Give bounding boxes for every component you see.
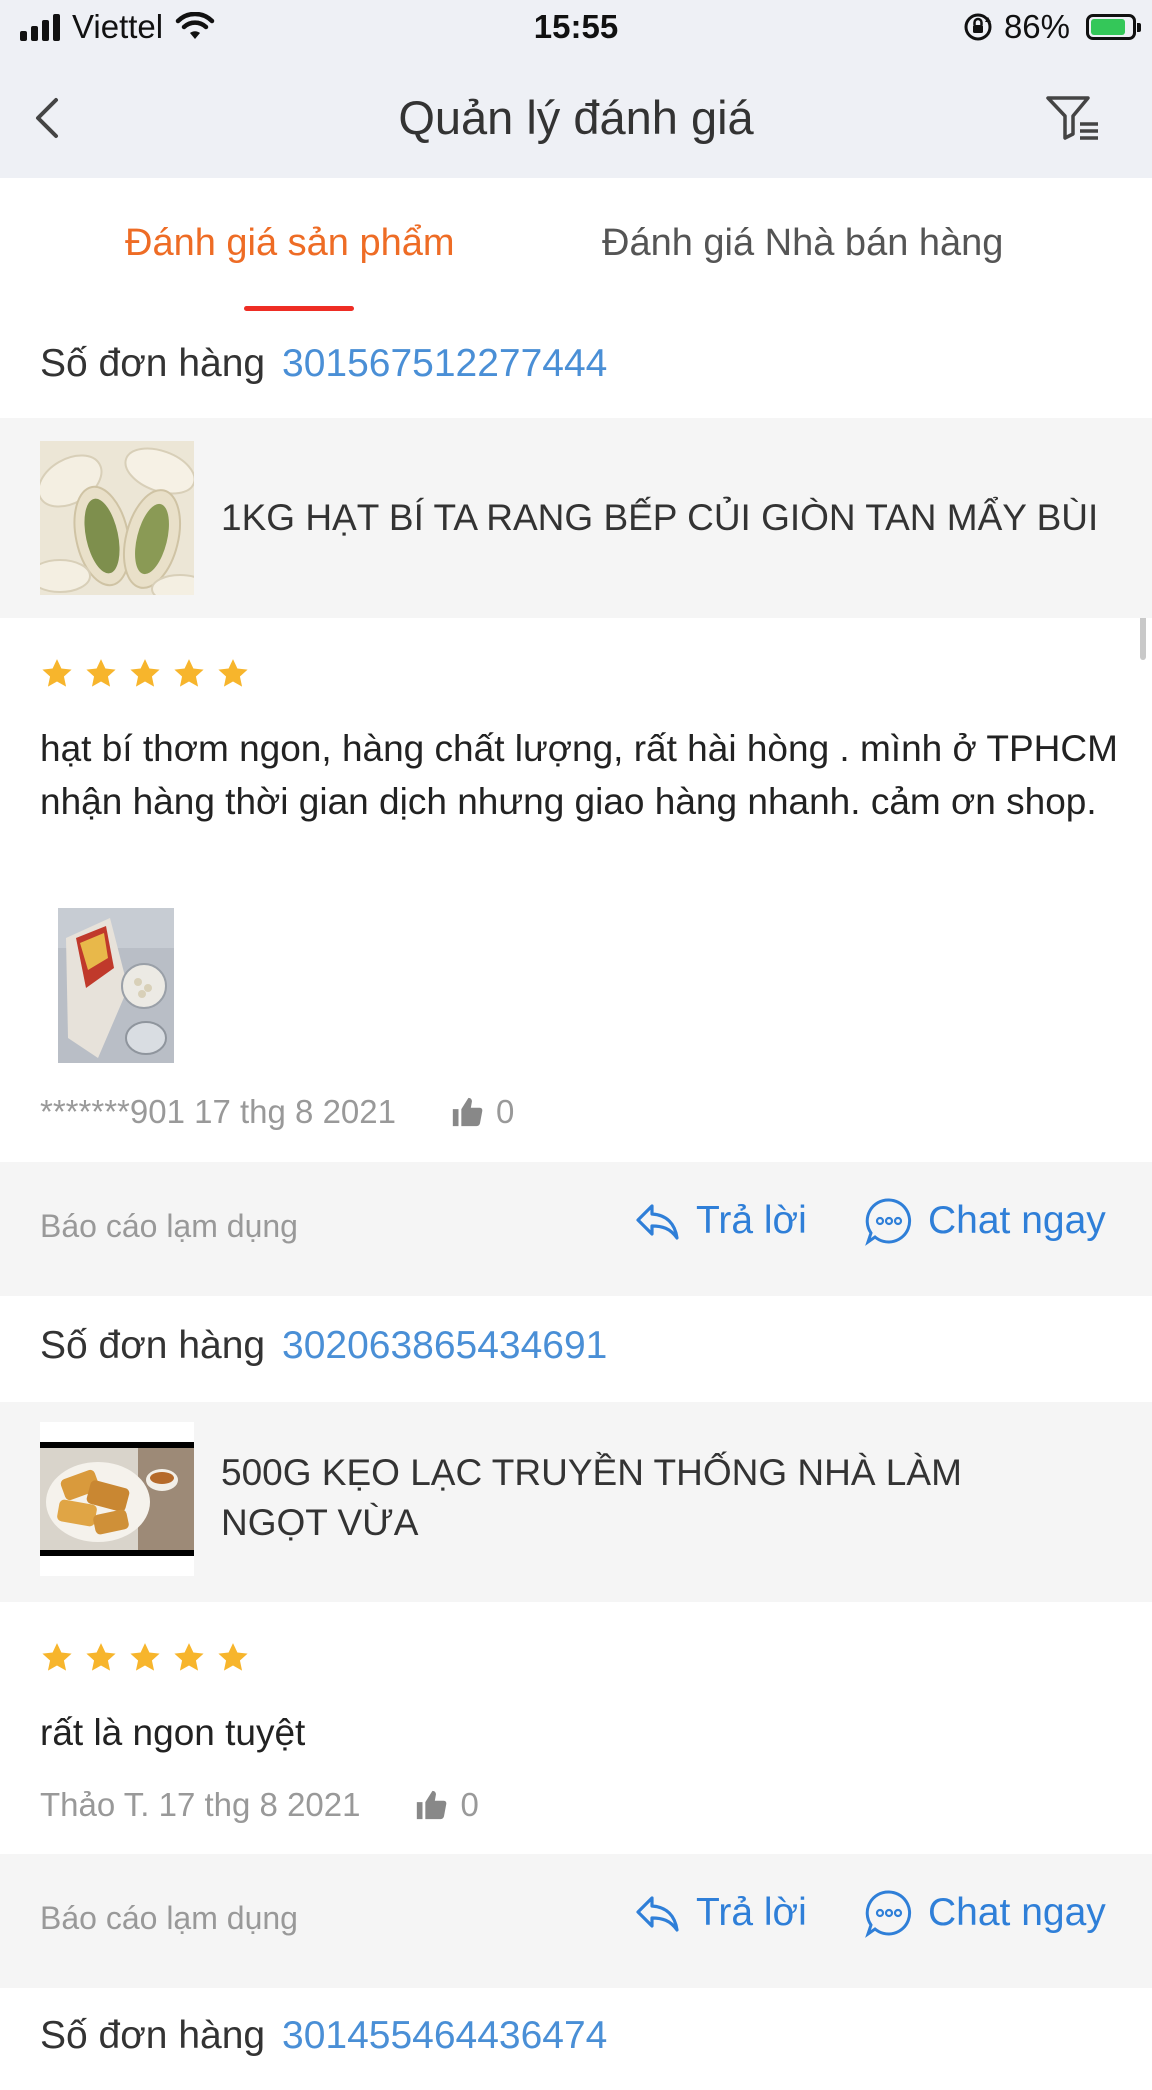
reply-icon <box>636 1204 679 1240</box>
review-text: hạt bí thơm ngon, hàng chất lượng, rất h… <box>40 728 1118 822</box>
reviewer-date: *******901 17 thg 8 2021 <box>40 1093 396 1130</box>
review-actions: Báo cáo lạm dụng Trả lời Chat ngay <box>0 1162 1152 1296</box>
report-abuse-link[interactable]: Báo cáo lạm dụng <box>40 1900 298 1937</box>
product-row[interactable]: 1KG HẠT BÍ TA RANG BẾP CỦI GIÒN TAN MẨY … <box>0 418 1152 618</box>
like-button[interactable]: 0 <box>414 1786 479 1824</box>
star-icon <box>86 659 116 687</box>
active-tab-indicator <box>244 306 354 311</box>
order-row: Số đơn hàng 302063865434691 <box>0 1300 1152 1400</box>
star-icon <box>174 1643 204 1671</box>
tab-bar: Đánh giá sản phẩm Đánh giá Nhà bán hàng <box>0 178 1152 318</box>
reply-icon <box>636 1896 679 1932</box>
order-label: Số đơn hàng <box>40 1324 266 1367</box>
tab-product-reviews[interactable]: Đánh giá sản phẩm <box>125 222 455 265</box>
order-label: Số đơn hàng <box>40 342 266 385</box>
reviewer-date: Thảo T. 17 thg 8 2021 <box>40 1786 361 1823</box>
chat-button[interactable]: Chat ngay <box>864 1888 1106 1938</box>
chat-label: Chat ngay <box>928 1891 1106 1934</box>
like-count: 0 <box>460 1786 479 1823</box>
page-title: Quản lý đánh giá <box>398 91 754 144</box>
product-name[interactable]: 1KG HẠT BÍ TA RANG BẾP CỦI GIÒN TAN MẨY … <box>221 493 1098 543</box>
status-right: 86% <box>962 8 1141 46</box>
peanut-candy-image <box>40 1422 194 1576</box>
product-thumbnail[interactable] <box>40 1422 194 1576</box>
report-abuse-link[interactable]: Báo cáo lạm dụng <box>40 1208 298 1245</box>
star-icon <box>130 659 160 687</box>
order-number-link[interactable]: 302063865434691 <box>282 1324 607 1368</box>
rotation-lock-icon <box>964 13 992 41</box>
review-text: rất là ngon tuyệt <box>40 1712 306 1753</box>
chat-bubble-icon <box>865 1890 912 1938</box>
order-label: Số đơn hàng <box>40 2014 266 2057</box>
review-meta: Thảo T. 17 thg 8 2021 0 <box>40 1786 479 1824</box>
nav-bar: Quản lý đánh giá <box>0 70 1152 170</box>
order-row: Số đơn hàng 301567512277444 <box>0 318 1152 418</box>
order-number-link[interactable]: 301567512277444 <box>282 342 607 386</box>
top-bar: Viettel 15:55 86% Quản lý đánh giá <box>0 0 1152 178</box>
star-icon <box>42 1643 72 1671</box>
star-icon <box>218 1643 248 1671</box>
seed-bag-photo <box>58 908 174 1063</box>
chat-label: Chat ngay <box>928 1199 1106 1242</box>
review-meta: *******901 17 thg 8 2021 0 <box>40 1093 514 1131</box>
reply-button[interactable]: Trả lời <box>632 1196 807 1246</box>
star-rating <box>40 1641 250 1675</box>
battery-percent: 86% <box>1003 8 1070 45</box>
battery-charging-icon <box>1086 14 1141 40</box>
thumbs-up-icon <box>452 1097 483 1127</box>
product-row[interactable]: 500G KẸO LẠC TRUYỀN THỐNG NHÀ LÀM NGỌT V… <box>0 1402 1152 1602</box>
reply-label: Trả lời <box>696 1891 807 1934</box>
order-number-link[interactable]: 301455464436474 <box>282 2014 607 2058</box>
review-photo[interactable] <box>58 908 174 1063</box>
tab-seller-reviews[interactable]: Đánh giá Nhà bán hàng <box>602 222 1003 265</box>
filter-icon[interactable] <box>1042 88 1102 148</box>
like-button[interactable]: 0 <box>450 1093 514 1131</box>
product-name[interactable]: 500G KẸO LẠC TRUYỀN THỐNG NHÀ LÀM NGỌT V… <box>221 1448 1021 1548</box>
star-icon <box>130 1643 160 1671</box>
thumbs-up-icon <box>417 1790 447 1820</box>
star-icon <box>174 659 204 687</box>
like-count: 0 <box>495 1093 515 1130</box>
star-icon <box>42 659 72 687</box>
review-actions: Báo cáo lạm dụng Trả lời Chat ngay <box>0 1854 1152 1988</box>
reply-button[interactable]: Trả lời <box>632 1888 807 1938</box>
reply-label: Trả lời <box>696 1199 807 1242</box>
chat-button[interactable]: Chat ngay <box>864 1196 1106 1246</box>
pumpkin-seeds-image <box>40 441 194 595</box>
status-bar: Viettel 15:55 86% <box>0 0 1152 58</box>
order-row: Số đơn hàng 301455464436474 <box>0 1990 1152 2090</box>
chat-bubble-icon <box>865 1198 912 1246</box>
star-rating <box>40 657 250 691</box>
product-thumbnail[interactable] <box>40 441 194 595</box>
star-icon <box>86 1643 116 1671</box>
star-icon <box>218 659 248 687</box>
